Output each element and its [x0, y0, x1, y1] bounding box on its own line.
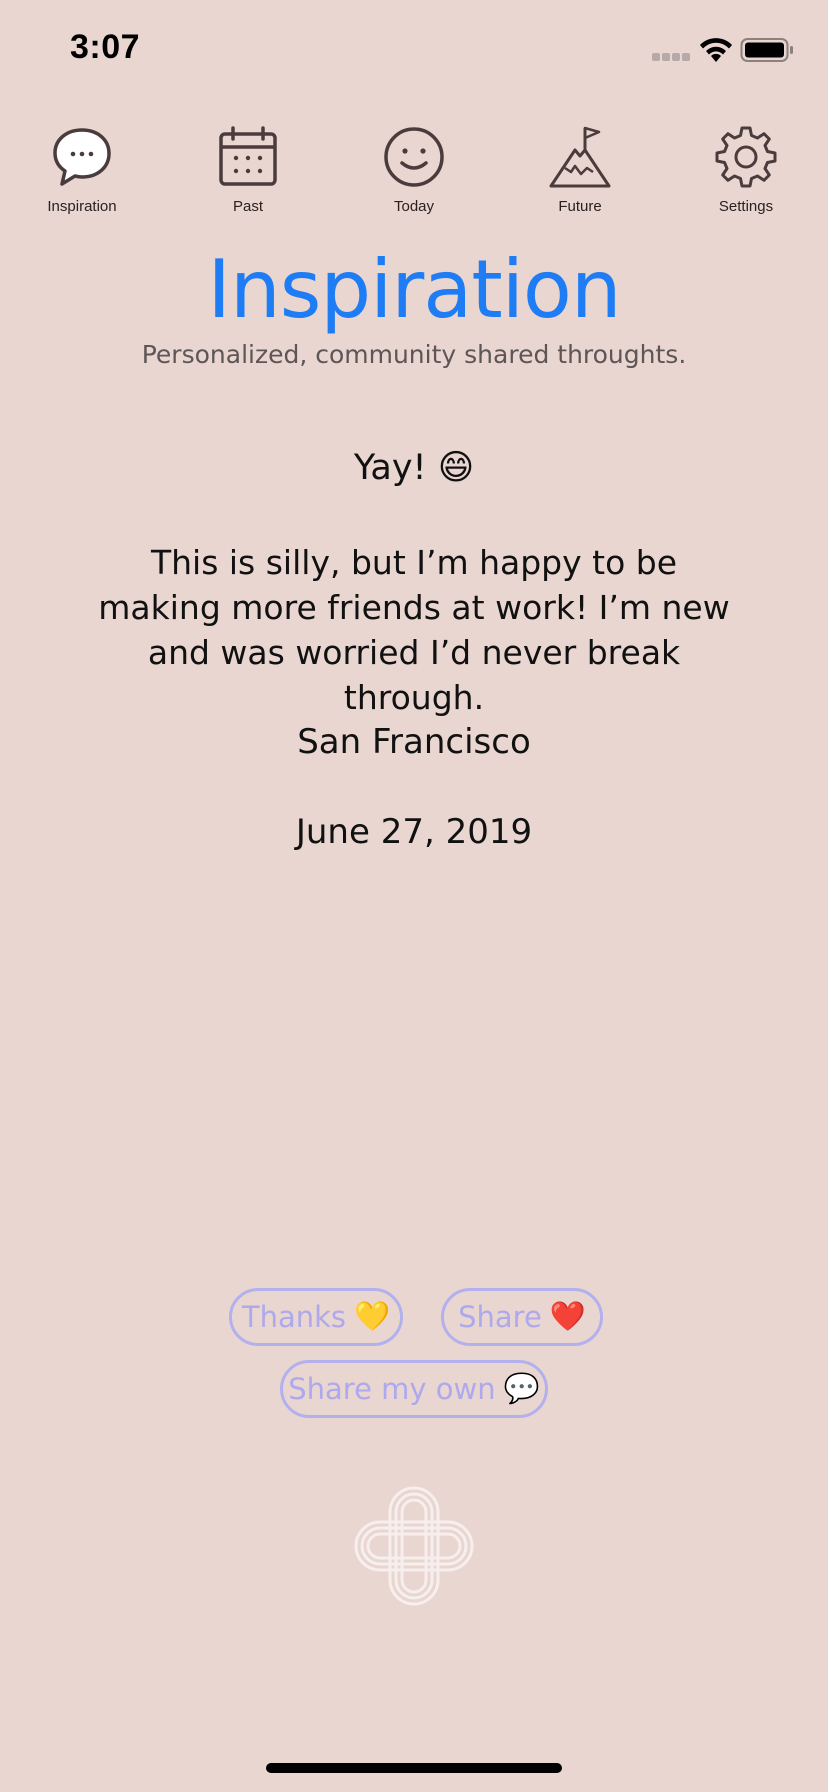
red-heart-icon: ❤️	[549, 1299, 586, 1333]
nav-label-future: Future	[558, 198, 602, 215]
yellow-heart-icon: 💛	[354, 1299, 391, 1333]
share-my-own-label: Share my own	[288, 1372, 496, 1406]
post-body: This is silly, but I’m happy to be makin…	[98, 543, 730, 717]
gear-icon	[715, 126, 777, 188]
signal-dots-icon	[652, 53, 690, 61]
post-location: San Francisco	[297, 722, 531, 762]
nav-label-past: Past	[232, 198, 263, 215]
nav-label-inspiration: Inspiration	[47, 198, 117, 215]
nav-item-settings[interactable]: Settings	[676, 124, 816, 215]
thanks-button-label: Thanks	[241, 1300, 347, 1334]
top-nav: Inspiration Past Today Future Settings	[0, 124, 828, 224]
battery-icon	[740, 38, 793, 62]
nav-item-future[interactable]: Future	[510, 124, 650, 215]
status-time: 3:07	[70, 28, 141, 66]
nav-item-today[interactable]: Today	[344, 124, 484, 215]
post-date: June 27, 2019	[295, 812, 533, 852]
share-button-label: Share	[458, 1300, 542, 1334]
thanks-button[interactable]: Thanks 💛	[229, 1288, 403, 1346]
calendar-icon	[219, 126, 277, 186]
home-indicator[interactable]	[266, 1763, 562, 1773]
share-button[interactable]: Share ❤️	[441, 1288, 603, 1346]
smiley-icon	[384, 127, 444, 187]
chat-bubble-icon	[53, 128, 111, 186]
nav-label-settings: Settings	[718, 198, 774, 215]
page-subtitle: Personalized, community shared throughts…	[141, 340, 687, 369]
interlaced-knot-logo-icon	[354, 1486, 474, 1606]
nav-label-today: Today	[393, 198, 435, 215]
mountain-flag-icon	[549, 126, 611, 188]
post-heading: Yay! 😄	[353, 448, 475, 488]
wifi-icon	[700, 38, 732, 62]
nav-item-past[interactable]: Past	[178, 124, 318, 215]
page-title: Inspiration	[207, 243, 621, 336]
share-my-own-button[interactable]: Share my own 💬	[280, 1360, 548, 1418]
nav-item-inspiration[interactable]: Inspiration	[12, 124, 152, 215]
screen: 3:07 Inspiration Past Today Future Setti…	[0, 0, 828, 1792]
speech-balloon-icon: 💬	[503, 1371, 540, 1405]
